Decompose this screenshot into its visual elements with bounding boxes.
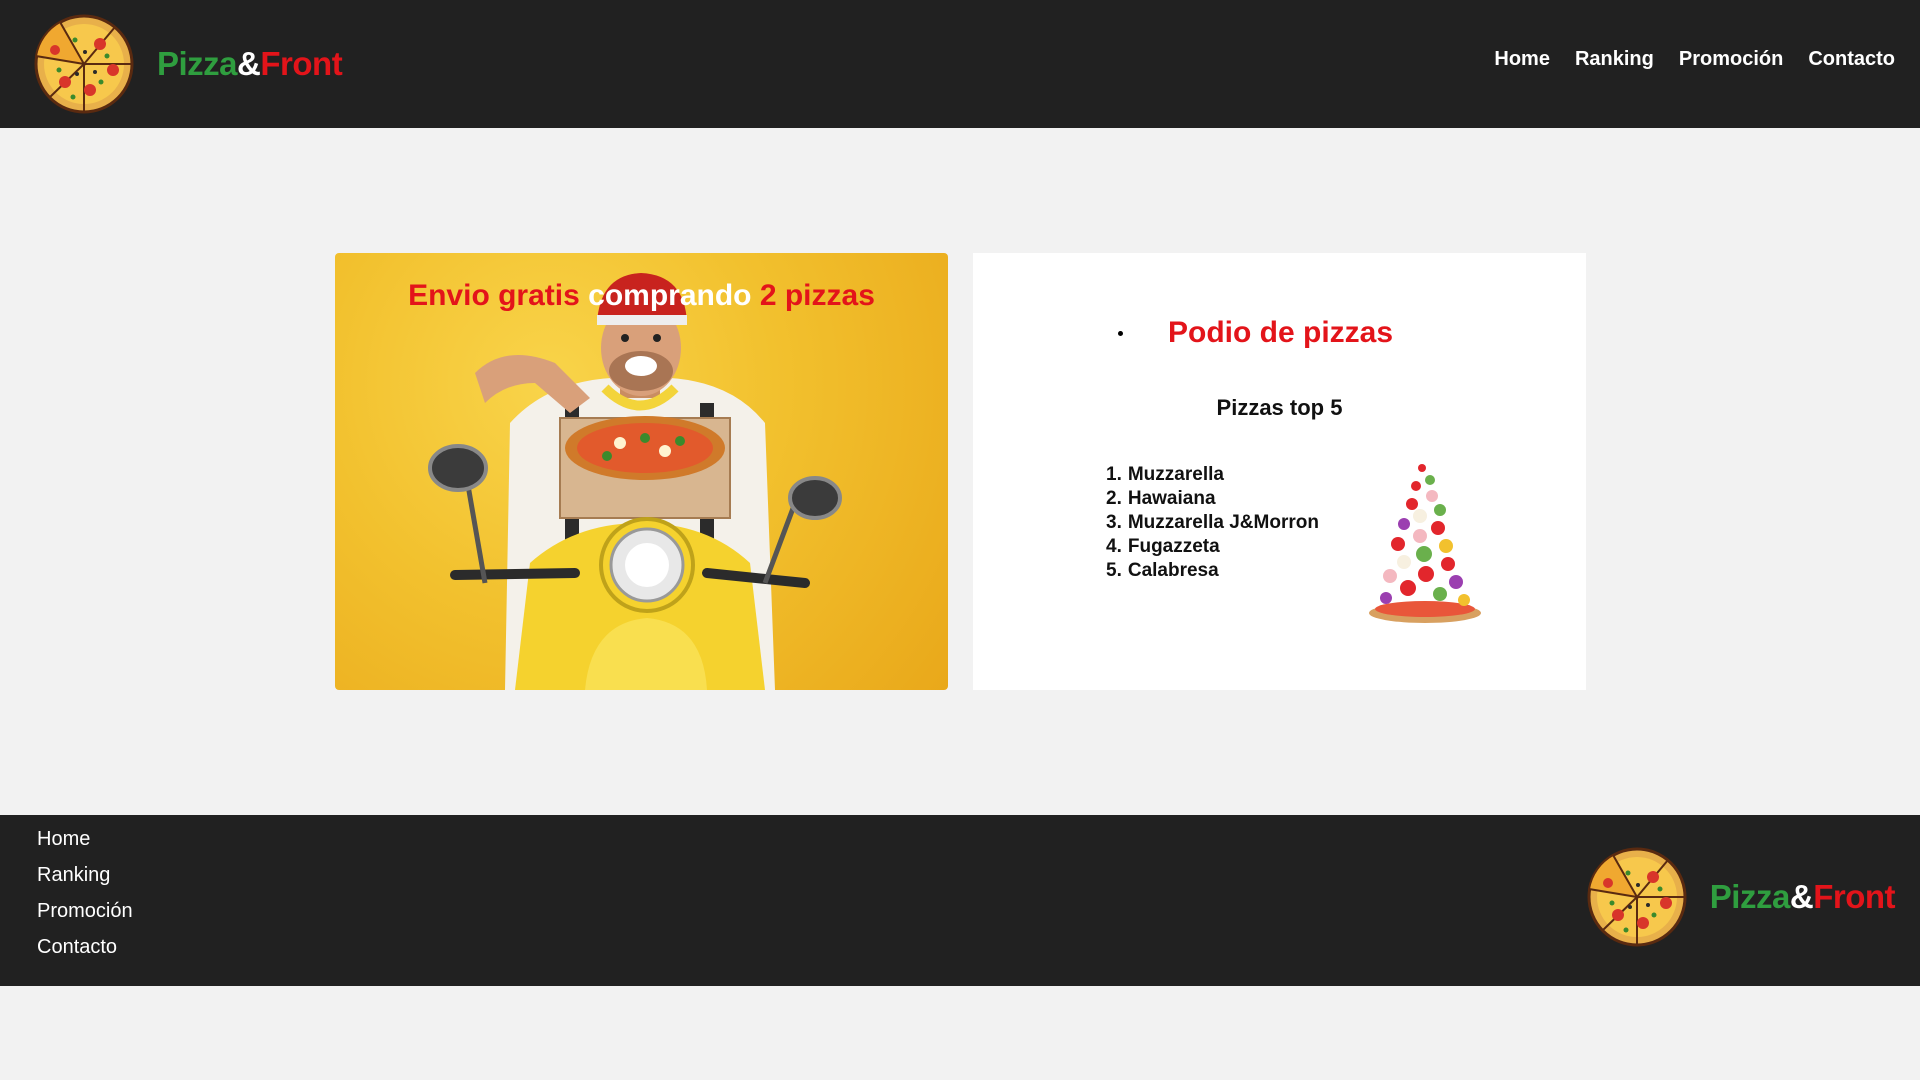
ranking-title: Podio de pizzas xyxy=(1168,316,1394,349)
footer-brand[interactable]: Pizza&Front xyxy=(1578,845,1895,949)
bullet-icon xyxy=(1118,330,1123,336)
ranking-item-name: Muzzarella xyxy=(1127,464,1224,485)
main-nav: Home Ranking Promoción Contacto xyxy=(1494,48,1895,71)
brand-name: Pizza&Front xyxy=(1709,878,1896,916)
nav-promocion[interactable]: Promoción xyxy=(1679,48,1783,71)
brand-part-front: Front xyxy=(260,45,343,82)
footer-link-promocion[interactable]: Promoción xyxy=(37,899,133,923)
promo-title-part-buying: comprando xyxy=(588,279,760,312)
ranking-heading: Podio de pizzas xyxy=(1118,316,1393,350)
brand-part-ampersand: & xyxy=(237,45,261,82)
ranking-item-name: Hawaiana xyxy=(1127,488,1216,509)
ranking-item: 3. Muzzarella J&Morron xyxy=(1106,511,1319,535)
footer-link-contacto[interactable]: Contacto xyxy=(37,935,133,959)
ranking-item-number: 5. xyxy=(1106,560,1122,581)
pizza-logo-icon xyxy=(1587,847,1687,947)
nav-home[interactable]: Home xyxy=(1494,48,1550,71)
ranking-list: 1. Muzzarella 2. Hawaiana 3. Muzzarella J&M… xyxy=(1106,463,1319,583)
promo-title: Envio gratis comprando 2 pizzas xyxy=(335,279,948,313)
promo-title-part-free: Envio gratis xyxy=(408,279,589,312)
ranking-item: 2. Hawaiana xyxy=(1106,487,1319,511)
ranking-card: Podio de pizzas Pizzas top 5 1. Muzzarell… xyxy=(973,253,1586,690)
pizza-tower-image xyxy=(1369,464,1481,623)
ranking-item-number: 3. xyxy=(1106,512,1122,533)
site-footer: Home Ranking Promoción Contacto Pizza&Fr… xyxy=(0,815,1920,986)
ranking-item-number: 1. xyxy=(1106,464,1122,485)
brand-part-pizza: Pizza xyxy=(1709,878,1791,915)
ranking-subtitle: Pizzas top 5 xyxy=(1216,395,1343,420)
ranking-item-number: 2. xyxy=(1106,488,1122,509)
brand-part-pizza: Pizza xyxy=(157,45,238,82)
ranking-item-name: Fugazzeta xyxy=(1127,536,1220,557)
pizza-logo-icon xyxy=(34,14,134,114)
ranking-item-name: Calabresa xyxy=(1127,560,1219,581)
site-header: Pizza&Front Home Ranking Promoción Conta… xyxy=(0,0,1920,128)
ranking-item-number: 4. xyxy=(1106,536,1122,557)
header-brand[interactable]: Pizza&Front xyxy=(25,12,343,116)
ranking-item: 1. Muzzarella xyxy=(1106,463,1319,487)
ranking-item: 4. Fugazzeta xyxy=(1106,535,1319,559)
promo-card: Envio gratis comprando 2 pizzas xyxy=(335,253,948,690)
promo-title-part-count: 2 pizzas xyxy=(759,279,875,312)
delivery-scooter-image xyxy=(428,273,842,690)
brand-part-ampersand: & xyxy=(1789,878,1814,915)
ranking-item: 5. Calabresa xyxy=(1106,559,1319,583)
footer-link-home[interactable]: Home xyxy=(37,827,133,851)
footer-link-ranking[interactable]: Ranking xyxy=(37,863,133,887)
footer-nav: Home Ranking Promoción Contacto xyxy=(37,827,133,959)
brand-part-front: Front xyxy=(1813,878,1895,915)
nav-ranking[interactable]: Ranking xyxy=(1575,48,1654,71)
nav-contacto[interactable]: Contacto xyxy=(1808,48,1895,71)
brand-name: Pizza&Front xyxy=(157,45,343,83)
ranking-item-name: Muzzarella J&Morron xyxy=(1127,512,1319,533)
